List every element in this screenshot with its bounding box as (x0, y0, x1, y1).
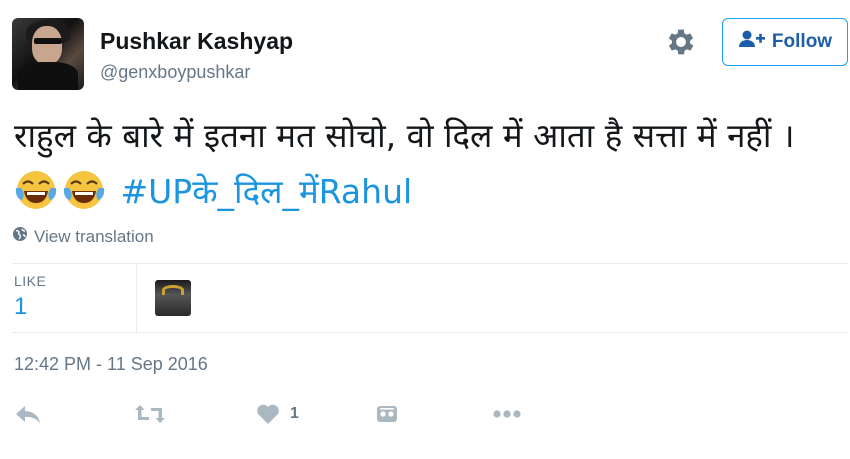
laughing-tears-emoji-icon (14, 168, 58, 212)
avatar-sunglasses (34, 38, 62, 44)
view-translation-label: View translation (34, 226, 154, 246)
likes-count[interactable]: 1 (14, 293, 27, 321)
direct-message-icon (376, 403, 398, 425)
user-handle[interactable]: @genxboypushkar (100, 62, 250, 83)
avatar-body (18, 62, 78, 90)
avatar[interactable] (12, 18, 84, 90)
more-button[interactable] (492, 400, 522, 428)
user-display-name[interactable]: Pushkar Kashyap (100, 28, 293, 55)
reply-icon (14, 403, 42, 425)
likes-label: LIKE (14, 273, 47, 289)
tweet-body-text: राहुल के बारे में इतना मत सोचो, वो दिल म… (14, 116, 795, 155)
view-translation-link[interactable]: View translation (12, 226, 154, 247)
divider (12, 263, 848, 264)
direct-message-button[interactable] (376, 400, 398, 428)
liker-avatar[interactable] (155, 280, 191, 316)
add-user-icon (738, 28, 766, 56)
laughing-tears-emoji-icon (62, 168, 106, 212)
reply-button[interactable] (14, 400, 42, 428)
liker-avatar-arc (162, 285, 184, 295)
heart-icon (256, 403, 280, 425)
follow-button-label: Follow (771, 31, 833, 52)
retweet-icon (134, 403, 166, 425)
like-count: 1 (290, 405, 299, 422)
retweet-button[interactable] (134, 400, 166, 428)
tweet-text: राहुल के बारे में इतना मत सोचो, वो दिल म… (14, 108, 840, 220)
follow-button[interactable]: Follow (722, 18, 848, 66)
tweet-timestamp[interactable]: 12:42 PM - 11 Sep 2016 (14, 354, 208, 375)
globe-icon (12, 226, 28, 247)
avatar-face (32, 26, 62, 64)
hashtag-link[interactable]: #UPके_दिल_मेंRahul (121, 172, 413, 211)
more-icon (492, 409, 522, 419)
like-button[interactable]: 1 (256, 400, 299, 428)
divider (12, 332, 848, 333)
gear-icon[interactable] (664, 25, 698, 59)
divider (136, 264, 137, 332)
